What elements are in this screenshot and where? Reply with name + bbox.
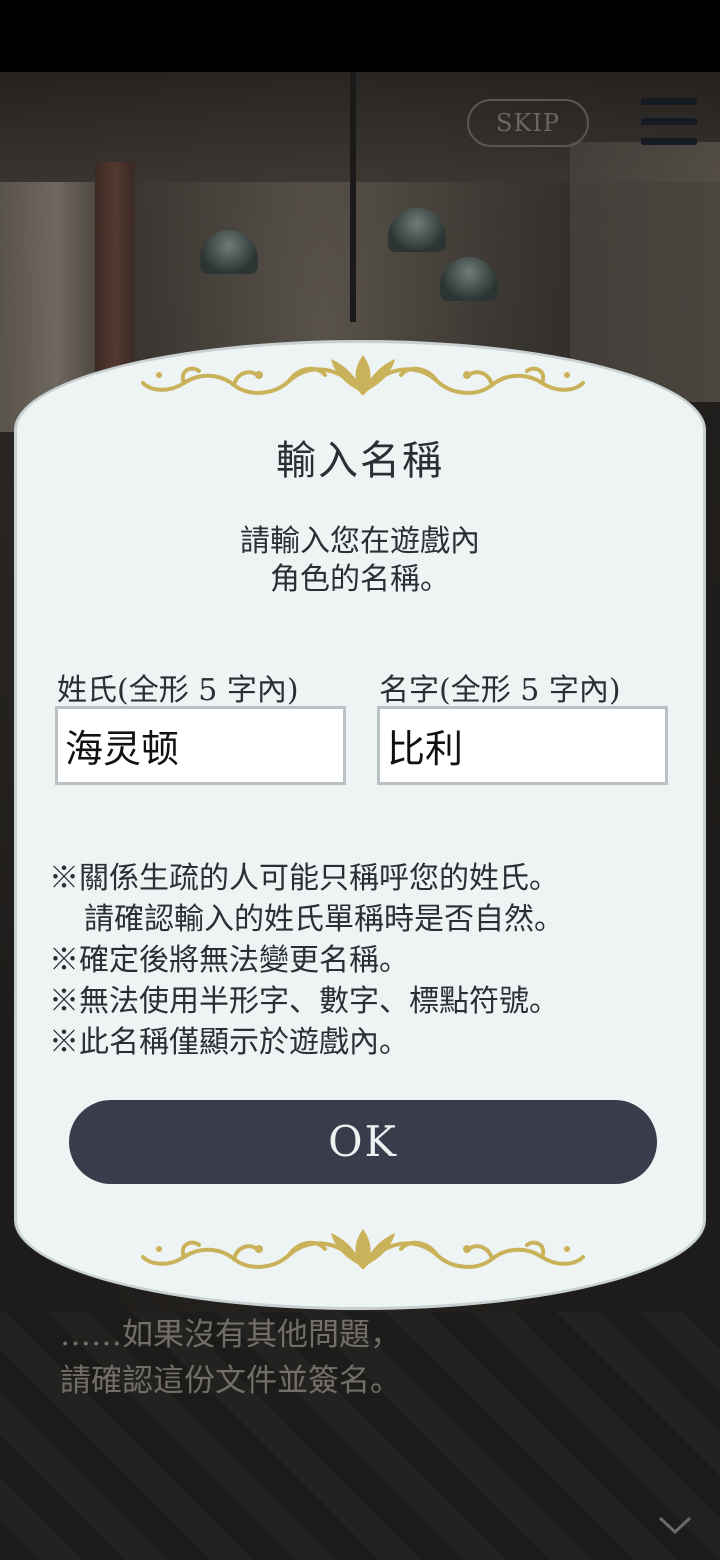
dialog-title: 輸入名稱 [276, 438, 444, 484]
story-line: ……如果沒有其他問題， [60, 1317, 401, 1353]
note-item: ※此名稱僅顯示於遊戲內。 [49, 1025, 409, 1060]
dialog-description: 請輸入您在遊戲內 角色的名稱。 [17, 523, 703, 599]
note-item: 請確認輸入的姓氏單稱時是否自然。 [84, 902, 564, 937]
name-input-dialog: 輸入名稱 請輸入您在遊戲內 角色的名稱。 姓氏(全形 5 字內) 名字(全形 5… [14, 340, 706, 1310]
note-item: ※確定後將無法變更名稱。 [49, 943, 409, 978]
hamburger-menu-icon[interactable] [641, 98, 697, 148]
given-name-label: 名字(全形 5 字內) [379, 673, 621, 708]
description-line: 角色的名稱。 [270, 562, 450, 597]
chandelier-lamp [388, 208, 446, 252]
skip-button[interactable]: SKIP [467, 99, 589, 147]
given-name-input[interactable] [377, 706, 668, 785]
note-item: ※關係生疏的人可能只稱呼您的姓氏。 [49, 861, 559, 896]
story-line: 請確認這份文件並簽名。 [60, 1363, 401, 1399]
ok-button[interactable]: OK [69, 1100, 657, 1184]
chevron-down-icon[interactable] [657, 1510, 693, 1540]
chandelier-lamp [440, 257, 498, 301]
gold-flourish-ornament-icon [141, 1229, 585, 1269]
game-screen: SKIP ……如果沒有其他問題， 請確認這份文件並簽名。 輸入名稱 請輸入您在遊… [0, 0, 720, 1560]
notes-list: ※關係生疏的人可能只稱呼您的姓氏。 請確認輸入的姓氏單稱時是否自然。 ※確定後將… [49, 858, 679, 1063]
chandelier-lamp [200, 230, 258, 274]
surname-label: 姓氏(全形 5 字內) [57, 673, 299, 708]
story-dialogue-text: ……如果沒有其他問題， 請確認這份文件並簽名。 [60, 1312, 660, 1404]
gold-flourish-ornament-icon [141, 355, 585, 395]
note-item: ※無法使用半形字、數字、標點符號。 [49, 984, 559, 1019]
chandelier-rod [350, 72, 356, 322]
surname-input[interactable] [55, 706, 346, 785]
description-line: 請輸入您在遊戲內 [240, 524, 480, 559]
